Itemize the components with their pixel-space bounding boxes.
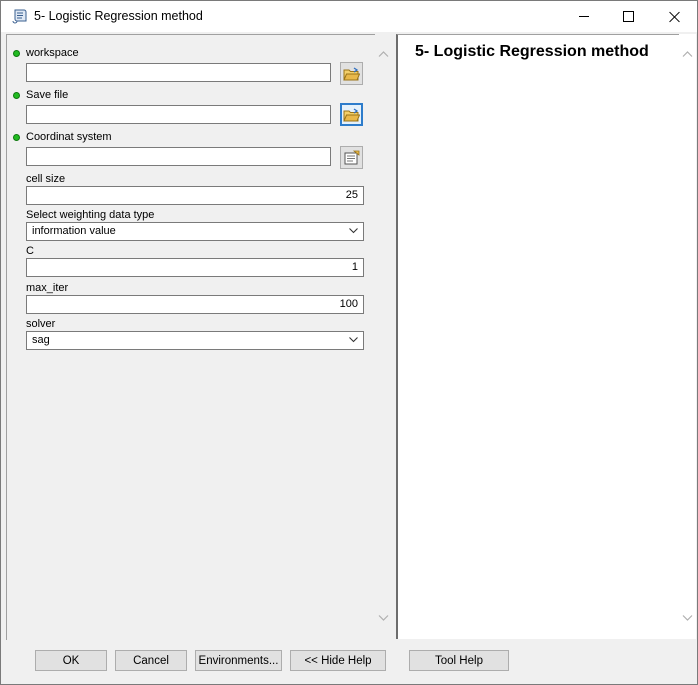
cell-size-label: cell size [26,173,66,185]
window-title: 5- Logistic Regression method [34,9,203,23]
save-file-input[interactable] [26,105,331,124]
save-file-label: Save file [26,89,69,101]
help-scrollbar[interactable] [679,34,696,639]
coord-system-label: Coordinat system [26,131,112,143]
scroll-down-icon[interactable] [682,612,693,623]
environments-button[interactable]: Environments... [195,650,282,671]
help-title: 5- Logistic Regression method [415,43,649,60]
solver-selected-value: sag [32,334,50,346]
open-folder-icon [343,107,360,121]
script-tool-icon [12,8,28,25]
workspace-label: workspace [26,47,79,59]
weighting-dropdown[interactable]: information value [26,222,364,241]
maximize-button[interactable] [606,1,651,32]
scroll-up-icon[interactable] [682,49,693,60]
hide-help-button[interactable]: << Hide Help [290,650,386,671]
help-pane: 5- Logistic Regression method [396,34,679,639]
required-indicator-icon [13,134,20,141]
tool-dialog-window: 5- Logistic Regression method workspace … [0,0,698,685]
ok-button[interactable]: OK [35,650,107,671]
required-indicator-icon [13,92,20,99]
workspace-browse-button[interactable] [340,62,363,85]
spatial-reference-icon [344,150,359,165]
save-file-browse-button[interactable] [340,103,363,126]
tool-help-button[interactable]: Tool Help [409,650,509,671]
close-button[interactable] [652,1,697,32]
max-iter-label: max_iter [26,282,69,294]
max-iter-input[interactable]: 100 [26,295,364,314]
c-input[interactable]: 1 [26,258,364,277]
scroll-down-icon[interactable] [378,612,389,623]
weighting-selected-value: information value [32,225,116,237]
c-label: C [26,245,34,257]
workspace-input[interactable] [26,63,331,82]
coord-system-input[interactable] [26,147,331,166]
title-bar: 5- Logistic Regression method [1,1,697,32]
maximize-icon [623,11,634,22]
required-indicator-icon [13,50,20,57]
coord-system-properties-button[interactable] [340,146,363,169]
parameters-scrollbar[interactable] [375,34,392,639]
open-folder-icon [343,66,360,80]
weighting-label: Select weighting data type [26,209,155,221]
chevron-down-icon [349,228,358,234]
solver-dropdown[interactable]: sag [26,331,364,350]
solver-label: solver [26,318,56,330]
close-icon [669,11,681,23]
cell-size-input[interactable]: 25 [26,186,364,205]
chevron-down-icon [349,337,358,343]
scroll-up-icon[interactable] [378,49,389,60]
minimize-button[interactable] [561,1,606,32]
cancel-button[interactable]: Cancel [115,650,187,671]
minimize-icon [578,16,589,17]
